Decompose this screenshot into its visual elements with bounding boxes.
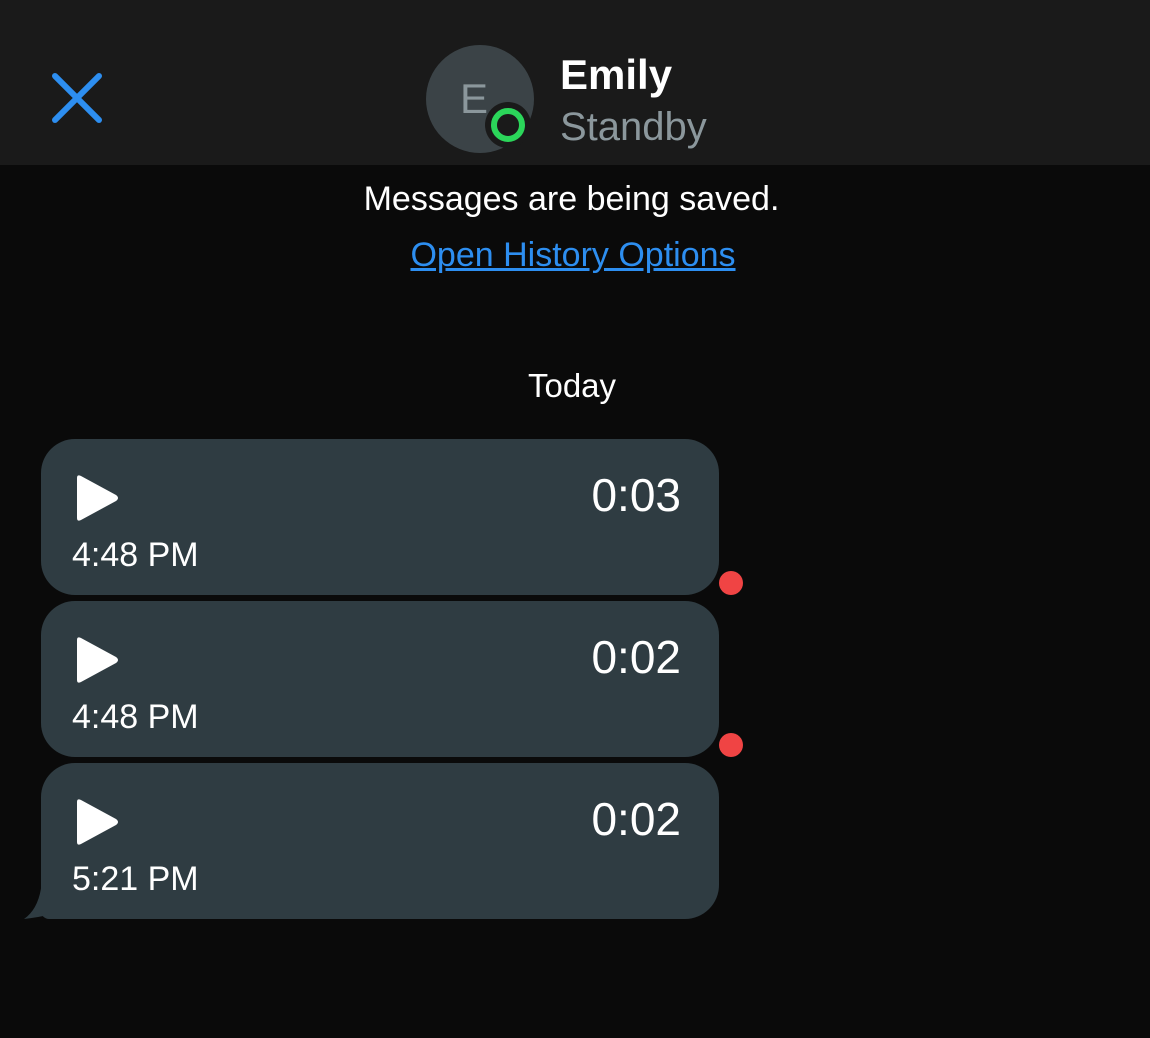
voice-message-bubble[interactable]: 0:02 5:21 PM — [41, 763, 719, 919]
chat-header: E Emily Standby — [0, 0, 1150, 165]
contact-status: Standby — [560, 105, 707, 149]
presence-ring-icon — [491, 108, 525, 142]
date-separator: Today — [0, 364, 1150, 408]
play-icon[interactable] — [71, 473, 121, 523]
voice-message-duration: 0:03 — [591, 469, 681, 521]
voice-message-bubble[interactable]: 0:03 4:48 PM — [41, 439, 719, 595]
close-button[interactable] — [40, 62, 114, 136]
voice-message-bubble[interactable]: 0:02 4:48 PM — [41, 601, 719, 757]
date-separator-label: Today — [527, 367, 617, 404]
history-notice: Messages are being saved. — [0, 176, 1150, 222]
history-notice-text: Messages are being saved. — [363, 180, 780, 218]
play-icon[interactable] — [71, 635, 121, 685]
play-icon[interactable] — [71, 797, 121, 847]
voice-message-time: 4:48 PM — [72, 698, 199, 736]
voice-message-time: 5:21 PM — [72, 860, 199, 898]
unread-indicator — [719, 571, 743, 595]
voice-message-duration: 0:02 — [591, 631, 681, 683]
voice-message-time: 4:48 PM — [72, 536, 199, 574]
history-link-row: Open History Options — [0, 232, 1150, 278]
close-icon — [52, 73, 102, 123]
unread-indicator — [719, 733, 743, 757]
presence-indicator — [485, 102, 531, 148]
contact-name[interactable]: Emily — [560, 50, 672, 100]
open-history-options-link[interactable]: Open History Options — [410, 236, 735, 274]
voice-message-duration: 0:02 — [591, 793, 681, 845]
